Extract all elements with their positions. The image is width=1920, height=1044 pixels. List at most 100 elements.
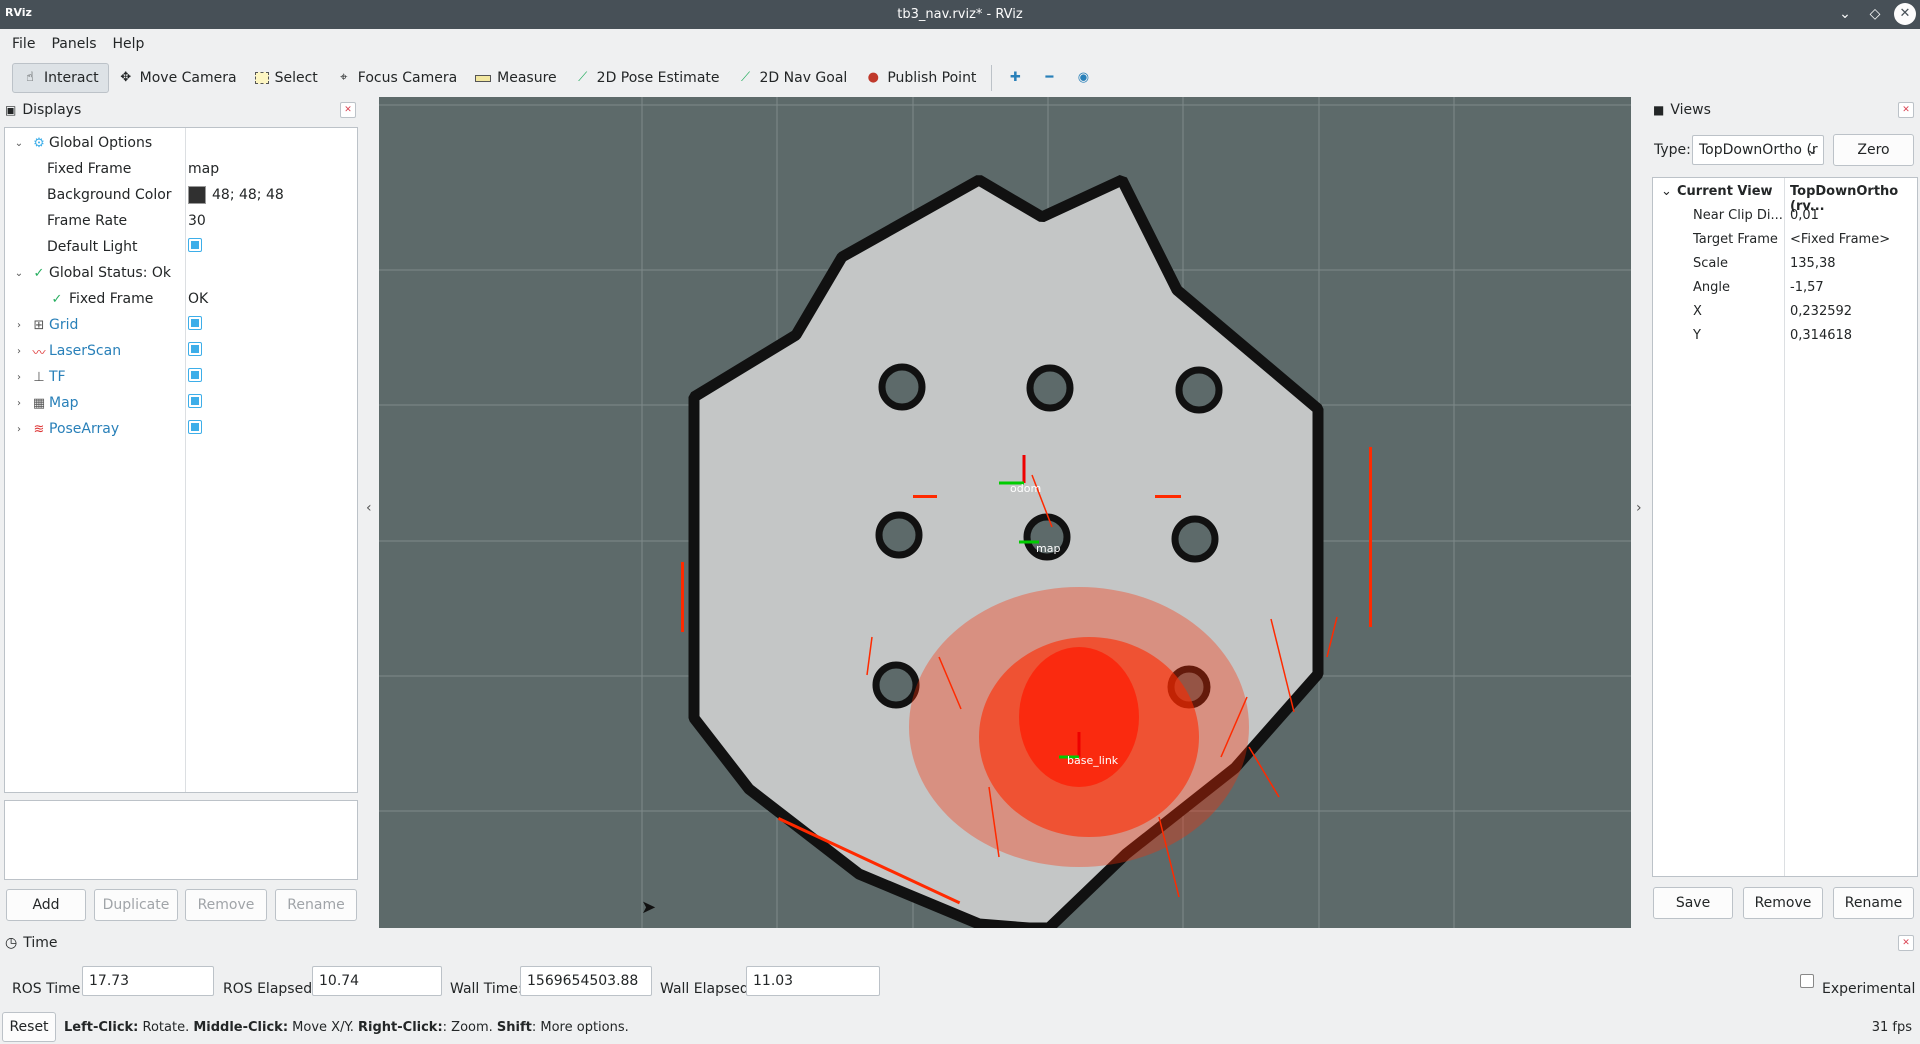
- view-type-label: Type:: [1654, 142, 1691, 158]
- display-row-value[interactable]: [188, 316, 202, 334]
- view-prop-row[interactable]: Y 0,314618: [1653, 324, 1917, 348]
- nav-goal-arrow-icon: ⟋: [740, 70, 751, 85]
- remove-view-button[interactable]: Remove: [1743, 887, 1823, 919]
- enabled-checkbox[interactable]: [188, 420, 202, 434]
- display-row-value[interactable]: [188, 368, 202, 386]
- display-row-default-light[interactable]: Default Light: [5, 234, 357, 260]
- save-view-button[interactable]: Save: [1653, 887, 1733, 919]
- minus-icon: ━: [1045, 70, 1054, 85]
- display-row-laserscan[interactable]: › 〰 LaserScan: [5, 338, 357, 364]
- remove-display-button[interactable]: Remove: [185, 889, 267, 921]
- display-row-background-color[interactable]: Background Color 48; 48; 48: [5, 182, 357, 208]
- toolbar-separator: [991, 65, 993, 91]
- maximize-icon[interactable]: ◇: [1864, 3, 1886, 25]
- menu-bar: File Panels Help: [0, 29, 1920, 58]
- collapse-arrow-icon[interactable]: ›: [13, 424, 25, 435]
- display-row-label: Grid: [49, 317, 79, 333]
- enabled-checkbox[interactable]: [188, 238, 202, 252]
- collapse-arrow-icon[interactable]: ›: [13, 320, 25, 331]
- display-row-value[interactable]: [188, 238, 202, 256]
- add-display-button[interactable]: Add: [6, 889, 86, 921]
- tool-measure[interactable]: Measure: [466, 63, 566, 93]
- view-prop-row[interactable]: Scale 135,38: [1653, 252, 1917, 276]
- menu-file[interactable]: File: [4, 36, 43, 52]
- display-row-value[interactable]: [188, 394, 202, 412]
- rename-display-button[interactable]: Rename: [275, 889, 357, 921]
- display-row-value[interactable]: 48; 48; 48: [188, 186, 284, 204]
- view-prop-value: 0,01: [1790, 208, 1819, 223]
- tool-focus-camera[interactable]: ⌖ Focus Camera: [327, 63, 466, 93]
- view-prop-label: Target Frame: [1693, 232, 1778, 247]
- tool-publish-point[interactable]: ● Publish Point: [856, 63, 985, 93]
- view-prop-row[interactable]: Near Clip Di... 0,01: [1653, 204, 1917, 228]
- views-header: ■ Views: [1648, 97, 1920, 123]
- menu-panels[interactable]: Panels: [43, 36, 104, 52]
- view-prop-row[interactable]: X 0,232592: [1653, 300, 1917, 324]
- view-prop-row[interactable]: Target Frame <Fixed Frame>: [1653, 228, 1917, 252]
- enabled-checkbox[interactable]: [188, 394, 202, 408]
- tool-2d-nav-goal[interactable]: ⟋ 2D Nav Goal: [729, 63, 857, 93]
- pose-arrow-icon: ⟋: [578, 70, 588, 85]
- tool-2d-pose-estimate[interactable]: ⟋ 2D Pose Estimate: [566, 63, 729, 93]
- tool-move-camera[interactable]: ✥ Move Camera: [109, 63, 246, 93]
- display-row-value[interactable]: [188, 342, 202, 360]
- close-icon[interactable]: ✕: [1894, 3, 1916, 25]
- time-title: Time: [23, 935, 58, 951]
- display-row-grid[interactable]: › ⊞ Grid: [5, 312, 357, 338]
- display-row-fixed-frame[interactable]: Fixed Frame map: [5, 156, 357, 182]
- ros-elapsed-field[interactable]: 10.74: [312, 966, 442, 996]
- wall-elapsed-label: Wall Elapsed:: [660, 981, 754, 997]
- add-tool-button[interactable]: ✚: [998, 63, 1032, 93]
- remove-tool-button[interactable]: ━: [1032, 63, 1066, 93]
- tool-properties-button[interactable]: ◉: [1066, 63, 1100, 93]
- view-prop-row[interactable]: Angle -1,57: [1653, 276, 1917, 300]
- tool-select[interactable]: Select: [246, 63, 327, 93]
- views-close-icon[interactable]: ✕: [1898, 102, 1914, 118]
- collapse-arrow-icon[interactable]: ›: [13, 346, 25, 357]
- display-row-frame-rate[interactable]: Frame Rate 30: [5, 208, 357, 234]
- displays-close-icon[interactable]: ✕: [340, 102, 356, 118]
- camera-icon: ■: [1653, 103, 1665, 117]
- displays-panel: ▣ Displays ✕ ⌄ ⚙ Global Options Fixed Frame…: [0, 97, 362, 928]
- displays-title: Displays: [22, 102, 82, 118]
- minimize-icon[interactable]: ⌄: [1834, 3, 1856, 25]
- rename-view-button[interactable]: Rename: [1833, 887, 1914, 919]
- experimental-checkbox[interactable]: [1800, 974, 1814, 988]
- view-type-select[interactable]: TopDownOrtho (r ⌄: [1692, 135, 1824, 165]
- tool-interact[interactable]: ☝ Interact: [12, 63, 109, 93]
- zero-view-button[interactable]: Zero: [1833, 134, 1914, 166]
- ros-time-field[interactable]: 17.73: [82, 966, 214, 996]
- expand-arrow-icon[interactable]: ⌄: [1661, 184, 1672, 199]
- wall-elapsed-field[interactable]: 11.03: [746, 966, 880, 996]
- display-row-value[interactable]: [188, 420, 202, 438]
- display-row-global-status-ok[interactable]: ⌄ ✓ Global Status: Ok: [5, 260, 357, 286]
- 3d-viewport[interactable]: odom map base_link ➤: [379, 97, 1631, 928]
- menu-help[interactable]: Help: [105, 36, 153, 52]
- time-close-icon[interactable]: ✕: [1898, 935, 1914, 951]
- display-row-map[interactable]: › ▦ Map: [5, 390, 357, 416]
- collapse-right-handle[interactable]: ›: [1636, 500, 1646, 516]
- duplicate-display-button[interactable]: Duplicate: [94, 889, 178, 921]
- view-prop-row[interactable]: ⌄ Current View TopDownOrtho (rv...: [1653, 180, 1917, 214]
- collapse-arrow-icon[interactable]: ›: [13, 398, 25, 409]
- reset-button[interactable]: Reset: [2, 1012, 56, 1042]
- collapse-arrow-icon[interactable]: ›: [13, 372, 25, 383]
- wall-time-field[interactable]: 1569654503.88: [520, 966, 652, 996]
- enabled-checkbox[interactable]: [188, 316, 202, 330]
- collapse-left-handle[interactable]: ‹: [366, 500, 376, 516]
- expand-arrow-icon[interactable]: ⌄: [13, 268, 25, 279]
- enabled-checkbox[interactable]: [188, 342, 202, 356]
- laserscan-icon: 〰: [32, 345, 46, 361]
- expand-arrow-icon[interactable]: ⌄: [13, 138, 25, 149]
- experimental-label: Experimental: [1822, 981, 1916, 997]
- display-row-label: Background Color: [47, 187, 172, 203]
- display-row-global-options[interactable]: ⌄ ⚙ Global Options: [5, 130, 357, 156]
- display-row-tf[interactable]: › ⊥ TF: [5, 364, 357, 390]
- time-panel: ◷ Time ✕: [0, 930, 1920, 1010]
- color-swatch[interactable]: [188, 186, 206, 204]
- display-row-value: 30: [188, 213, 206, 229]
- enabled-checkbox[interactable]: [188, 368, 202, 382]
- display-row-fixed-frame[interactable]: ✓ Fixed Frame OK: [5, 286, 357, 312]
- display-row-value: OK: [188, 291, 209, 307]
- display-row-posearray[interactable]: › ≋ PoseArray: [5, 416, 357, 442]
